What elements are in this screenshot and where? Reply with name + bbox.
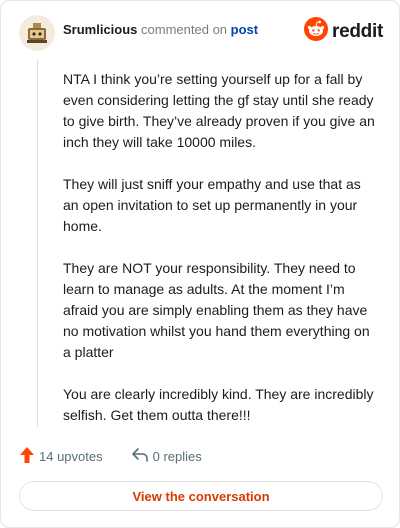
comment-paragraph: They are NOT your responsibility. They n… <box>63 260 370 360</box>
view-conversation-button[interactable]: View the conversation <box>19 481 383 511</box>
reddit-wordmark: reddit <box>332 20 383 42</box>
user-avatar[interactable] <box>19 15 55 51</box>
comment-card: Srumlicious commented on post reddit NTA… <box>0 0 400 528</box>
comment-paragraph: You are clearly incredibly kind. They ar… <box>63 386 374 423</box>
comment-meta: Srumlicious commented on post <box>63 22 258 38</box>
comment-paragraph: NTA I think you’re setting yourself up f… <box>63 71 375 150</box>
upvote-count: 14 upvotes <box>39 448 103 464</box>
reply-count: 0 replies <box>152 448 202 464</box>
commented-on-text: commented on <box>141 22 228 37</box>
upvote-button[interactable]: 14 upvotes <box>19 446 103 467</box>
reddit-snoo-icon <box>304 17 329 46</box>
upvote-arrow-icon <box>19 446 35 467</box>
comment-header: Srumlicious commented on post reddit <box>19 15 383 51</box>
comment-paragraph: They will just sniff your empathy and us… <box>63 176 361 234</box>
reply-arrow-icon <box>131 447 149 466</box>
comment-body: NTA I think you’re setting yourself up f… <box>63 69 379 447</box>
comment-actions: 14 upvotes 0 replies <box>19 445 202 467</box>
replies-button[interactable]: 0 replies <box>131 447 202 466</box>
thread-line[interactable] <box>37 59 38 427</box>
username-link[interactable]: Srumlicious <box>63 22 137 37</box>
reddit-logo[interactable]: reddit <box>304 17 383 46</box>
post-link[interactable]: post <box>231 22 258 37</box>
